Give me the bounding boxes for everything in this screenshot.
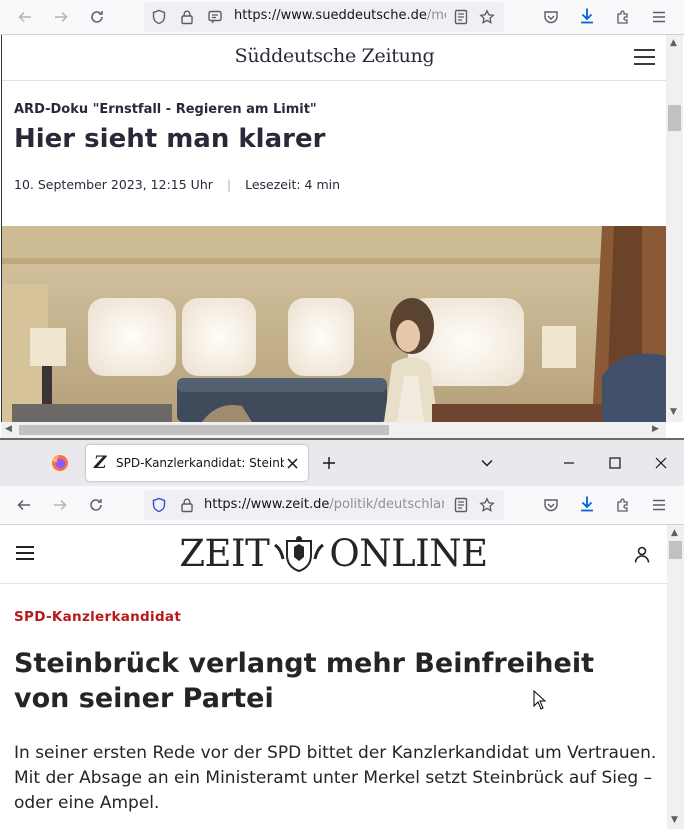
new-tab-button[interactable] xyxy=(318,452,340,474)
arrow-left-icon xyxy=(17,499,30,511)
url-path: /medien/ xyxy=(426,8,446,23)
scroll-left-arrow[interactable]: ◀ xyxy=(5,424,12,434)
tracking-shield-icon[interactable] xyxy=(150,496,168,514)
zeit-logo-right: ONLINE xyxy=(329,532,488,575)
article-headline: Hier sieht man klarer xyxy=(14,124,326,154)
zeit-header: ZEIT ONLINE xyxy=(0,525,667,584)
back-button[interactable] xyxy=(14,6,36,28)
reload-icon xyxy=(90,499,102,511)
maximize-button[interactable] xyxy=(604,452,626,474)
app-menu-button[interactable] xyxy=(648,6,670,28)
extensions-button-2[interactable] xyxy=(612,494,634,516)
sz-page: Süddeutsche Zeitung ARD-Doku "Ernstfall … xyxy=(1,35,667,422)
meta-separator: | xyxy=(226,177,232,192)
close-window-button[interactable] xyxy=(650,452,672,474)
zeit-kicker: SPD-Kanzlerkandidat xyxy=(14,609,182,625)
article-meta: 10. September 2023, 12:15 Uhr | Lesezeit… xyxy=(14,177,340,192)
url-path-2: /politik/deutschland/ xyxy=(329,497,444,512)
url-bar[interactable]: https://www.sueddeutsche.de/medien/ xyxy=(144,2,504,32)
pocket-icon xyxy=(544,499,558,512)
bookmark-star-icon[interactable] xyxy=(478,496,496,514)
reload-icon xyxy=(91,11,103,23)
article-image xyxy=(2,226,667,422)
pocket-button[interactable] xyxy=(540,6,562,28)
puzzle-icon xyxy=(617,498,628,512)
sz-scrollbar-vertical[interactable]: ▲ ▼ xyxy=(666,35,683,422)
scroll-down-arrow[interactable]: ▼ xyxy=(671,815,678,825)
lock-icon[interactable] xyxy=(178,8,196,26)
bookmark-star-icon[interactable] xyxy=(478,8,496,26)
firefox-view-button[interactable] xyxy=(44,450,76,476)
zeit-lede: In seiner ersten Rede vor der SPD bittet… xyxy=(14,743,657,813)
plus-icon xyxy=(323,457,335,469)
article-date: 10. September 2023, 12:15 Uhr xyxy=(14,177,213,192)
minimize-icon xyxy=(564,462,574,464)
account-button[interactable] xyxy=(631,543,653,565)
reload-button[interactable] xyxy=(86,6,108,28)
tab-title: SPD-Kanzlerkandidat: Steinbrück xyxy=(116,456,284,470)
forward-button[interactable] xyxy=(50,6,72,28)
zeit-favicon-icon: Z xyxy=(94,453,107,473)
downloads-button[interactable] xyxy=(576,5,598,27)
sz-header: Süddeutsche Zeitung xyxy=(2,35,667,81)
user-icon xyxy=(634,546,650,563)
zeit-page: ZEIT ONLINE SPD-Kanzlerkandidat Steinbrü… xyxy=(0,525,667,829)
chevron-down-icon xyxy=(481,460,493,467)
hamburger-icon xyxy=(653,11,665,23)
reader-view-icon[interactable] xyxy=(452,496,470,514)
close-window-icon xyxy=(655,457,667,469)
scroll-up-arrow[interactable]: ▲ xyxy=(670,38,677,48)
reading-time: Lesezeit: 4 min xyxy=(245,177,341,192)
zeit-headline: Steinbrück verlangt mehr Beinfreiheit vo… xyxy=(14,648,594,714)
scroll-thumb[interactable] xyxy=(668,105,681,131)
zeit-logo[interactable]: ZEIT ONLINE xyxy=(0,534,667,574)
firefox-logo-icon xyxy=(52,455,68,471)
app-menu-button-2[interactable] xyxy=(648,494,670,516)
scroll-down-arrow[interactable]: ▼ xyxy=(670,407,677,417)
pocket-icon xyxy=(544,11,558,24)
arrow-left-icon xyxy=(18,11,31,23)
lock-icon[interactable] xyxy=(178,496,196,514)
sz-logo[interactable]: Süddeutsche Zeitung xyxy=(2,45,667,67)
maximize-icon xyxy=(609,457,621,469)
zeit-logo-left: ZEIT xyxy=(179,532,270,575)
download-icon xyxy=(581,8,593,24)
url-text-2: https://www.zeit.de/politik/deutschland/ xyxy=(204,497,444,512)
url-domain: https://www.sueddeutsche.de xyxy=(234,8,427,23)
download-icon xyxy=(581,496,593,512)
scroll-thumb-2[interactable] xyxy=(669,541,682,559)
reload-button-2[interactable] xyxy=(85,494,107,516)
scroll-up-arrow[interactable]: ▲ xyxy=(671,528,678,538)
forward-button-2[interactable] xyxy=(49,494,71,516)
extensions-button[interactable] xyxy=(612,6,634,28)
url-text: https://www.sueddeutsche.de/medien/ xyxy=(234,8,446,23)
zeit-crest-icon xyxy=(274,536,325,573)
puzzle-icon xyxy=(617,10,628,24)
minimize-button[interactable] xyxy=(558,452,580,474)
article-kicker: ARD-Doku "Ernstfall - Regieren am Limit" xyxy=(14,102,317,117)
arrow-right-icon xyxy=(54,499,67,511)
tracking-shield-icon[interactable] xyxy=(150,8,168,26)
zeit-scrollbar-vertical[interactable]: ▲ ▼ xyxy=(667,525,684,829)
close-tab-icon[interactable] xyxy=(284,455,300,471)
reader-view-icon[interactable] xyxy=(452,8,470,26)
sz-scrollbar-horizontal[interactable]: ◀ ▶ xyxy=(1,422,666,438)
back-button-2[interactable] xyxy=(13,494,35,516)
hamburger-icon xyxy=(653,499,665,511)
downloads-button-2[interactable] xyxy=(576,493,598,515)
arrow-right-icon xyxy=(55,11,68,23)
url-bar-2[interactable]: https://www.zeit.de/politik/deutschland/ xyxy=(144,490,504,520)
permissions-icon[interactable] xyxy=(206,8,224,26)
mouse-cursor-icon xyxy=(533,689,547,710)
active-tab[interactable]: Z SPD-Kanzlerkandidat: Steinbrück xyxy=(86,445,308,481)
scroll-thumb-horizontal[interactable] xyxy=(19,425,389,435)
pocket-button-2[interactable] xyxy=(540,494,562,516)
sz-menu-icon[interactable] xyxy=(634,44,655,70)
scroll-right-arrow[interactable]: ▶ xyxy=(652,424,659,434)
url-domain-2: https://www.zeit.de xyxy=(204,497,330,512)
list-all-tabs-button[interactable] xyxy=(476,452,498,474)
